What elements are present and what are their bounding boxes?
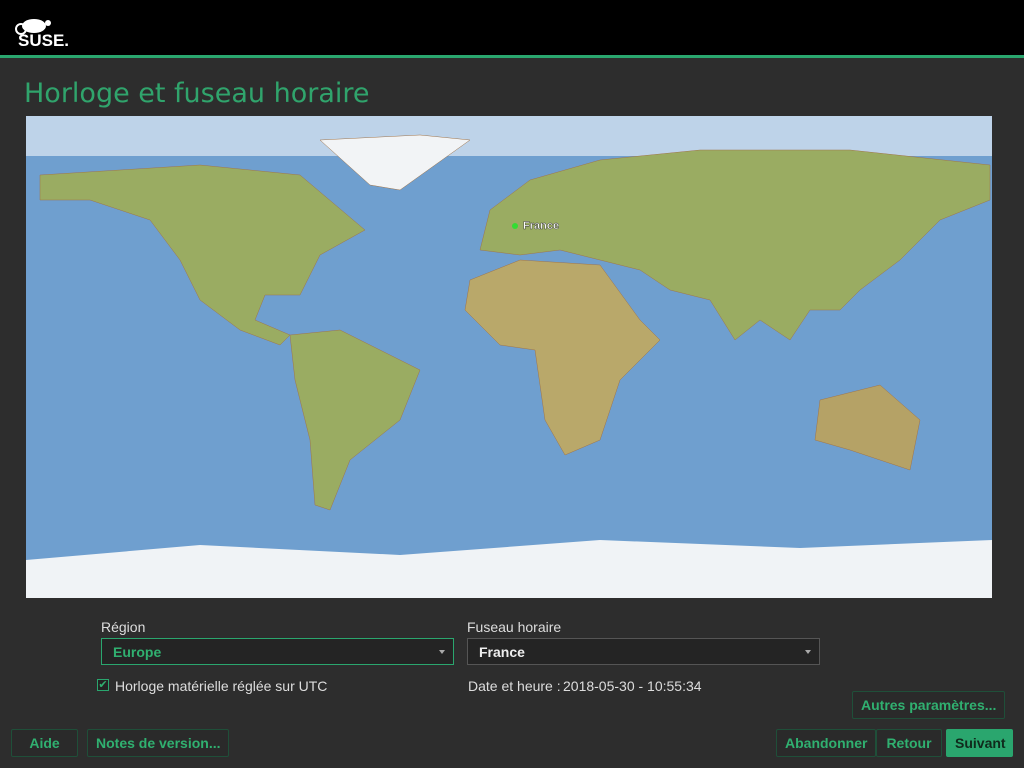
back-button[interactable]: Retour	[876, 729, 942, 757]
svg-text:SUSE.: SUSE.	[18, 31, 69, 50]
other-settings-button[interactable]: Autres paramètres...	[852, 691, 1006, 719]
antarctica	[26, 540, 992, 598]
datetime-value: 2018-05-30 - 10:55:34	[563, 678, 702, 694]
marker-label: France	[523, 220, 559, 232]
region-select[interactable]: Europe	[101, 638, 454, 665]
chevron-down-icon	[439, 650, 445, 654]
release-notes-button[interactable]: Notes de version...	[87, 729, 230, 757]
region-value: Europe	[113, 644, 162, 660]
timezone-label: Fuseau horaire	[467, 619, 562, 635]
timezone-value: France	[479, 644, 525, 660]
abort-button[interactable]: Abandonner	[776, 729, 877, 757]
top-bar: SUSE.	[0, 0, 1024, 58]
timezone-select[interactable]: France	[467, 638, 820, 665]
datetime-label: Date et heure :	[468, 678, 561, 694]
france-marker	[512, 223, 518, 229]
next-button[interactable]: Suivant	[946, 729, 1013, 757]
hwclock-checkbox[interactable]: ✔	[97, 679, 109, 691]
world-map[interactable]: France	[26, 116, 992, 598]
suse-logo: SUSE.	[15, 19, 69, 50]
hwclock-label[interactable]: Horloge matérielle réglée sur UTC	[115, 678, 327, 694]
checkmark-icon: ✔	[98, 679, 108, 691]
region-label: Région	[101, 619, 146, 635]
page-title: Horloge et fuseau horaire	[24, 78, 370, 109]
chevron-down-icon	[805, 650, 811, 654]
help-button[interactable]: Aide	[11, 729, 78, 757]
